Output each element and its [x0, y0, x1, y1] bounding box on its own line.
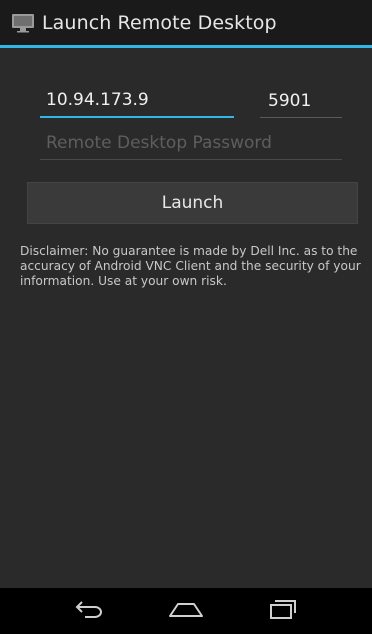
- disclaimer-text: Disclaimer: No guarantee is made by Dell…: [20, 244, 361, 288]
- navigation-bar: [0, 588, 372, 634]
- home-icon: [167, 599, 205, 623]
- host-address-input[interactable]: [40, 88, 234, 118]
- action-bar: Launch Remote Desktop: [0, 0, 372, 48]
- launch-button-label: Launch: [161, 193, 224, 213]
- recents-icon: [268, 598, 298, 624]
- back-button[interactable]: [59, 591, 119, 631]
- monitor-icon: [10, 12, 36, 34]
- recents-button[interactable]: [253, 591, 313, 631]
- app-title: Launch Remote Desktop: [42, 11, 277, 34]
- home-button[interactable]: [156, 591, 216, 631]
- password-input[interactable]: [40, 130, 342, 160]
- main-content: Launch Disclaimer: No guarantee is made …: [0, 48, 372, 588]
- back-icon: [73, 599, 105, 623]
- port-input[interactable]: [260, 88, 342, 118]
- launch-button[interactable]: Launch: [27, 182, 358, 224]
- app-screen: Launch Remote Desktop Launch Disclaimer:…: [0, 0, 372, 634]
